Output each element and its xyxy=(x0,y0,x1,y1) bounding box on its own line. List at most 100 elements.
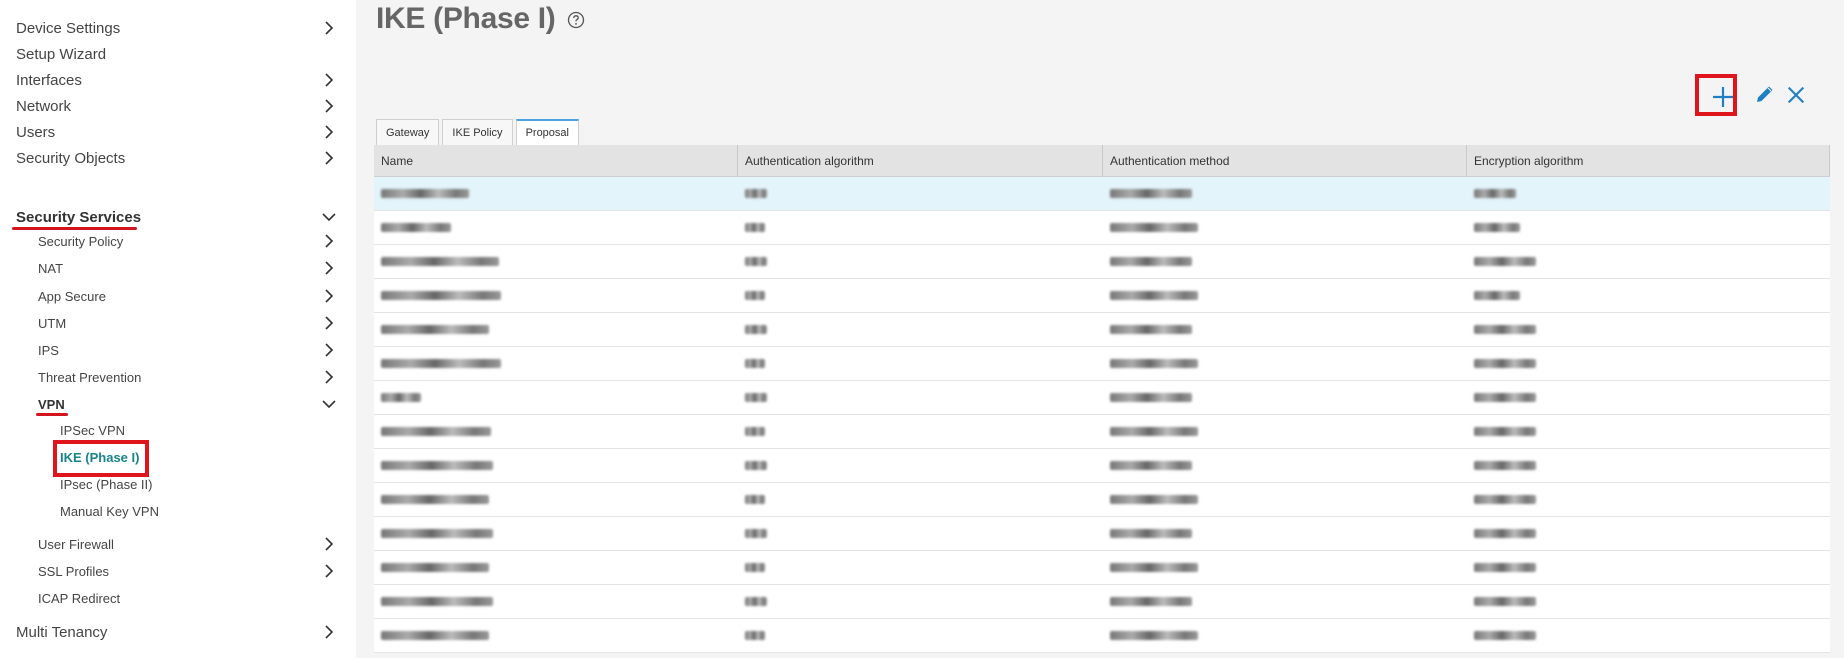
table-row[interactable] xyxy=(374,177,1830,211)
sidebar-item-icap-redirect[interactable]: ICAP Redirect xyxy=(0,587,356,609)
chevron-right-icon xyxy=(320,562,338,580)
sidebar-item-ipsec-phase-2[interactable]: IPsec (Phase II) xyxy=(0,473,356,495)
cell-name xyxy=(374,245,738,278)
cell-auth-method xyxy=(1103,585,1467,618)
cell-name xyxy=(374,483,738,516)
cell-auth-method xyxy=(1103,551,1467,584)
sidebar-item-nat[interactable]: NAT xyxy=(0,257,356,279)
sidebar-item-multi-tenancy[interactable]: Multi Tenancy xyxy=(0,620,356,644)
obscured-text xyxy=(1474,291,1520,300)
sidebar-item-ssl-profiles[interactable]: SSL Profiles xyxy=(0,560,356,582)
table-row[interactable] xyxy=(374,245,1830,279)
sidebar-item-app-secure[interactable]: App Secure xyxy=(0,285,356,307)
obscured-text xyxy=(1110,563,1198,572)
cell-name xyxy=(374,415,738,448)
sidebar-item-label: Network xyxy=(16,97,72,115)
sidebar-item-security-policy[interactable]: Security Policy xyxy=(0,230,356,252)
obscured-text xyxy=(381,495,489,504)
obscured-text xyxy=(381,359,501,368)
tab-ike-policy[interactable]: IKE Policy xyxy=(442,119,513,145)
table-row[interactable] xyxy=(374,381,1830,415)
sidebar-item-utm[interactable]: UTM xyxy=(0,312,356,334)
obscured-text xyxy=(1474,495,1536,504)
table-row[interactable] xyxy=(374,483,1830,517)
cell-name xyxy=(374,449,738,482)
sidebar-item-device-settings[interactable]: Device Settings xyxy=(0,16,356,40)
sidebar-item-security-objects[interactable]: Security Objects xyxy=(0,146,356,170)
cell-auth-method xyxy=(1103,211,1467,244)
table-row[interactable] xyxy=(374,449,1830,483)
sidebar-item-ipsec-vpn[interactable]: IPSec VPN xyxy=(0,419,356,441)
table-row[interactable] xyxy=(374,585,1830,619)
table-row[interactable] xyxy=(374,517,1830,551)
cell-auth-method xyxy=(1103,313,1467,346)
chevron-right-icon xyxy=(320,97,338,115)
chevron-down-icon xyxy=(320,208,338,226)
sidebar-item-threat-prevention[interactable]: Threat Prevention xyxy=(0,366,356,388)
obscured-text xyxy=(1474,427,1536,436)
cell-encryption-algorithm xyxy=(1467,585,1830,618)
cell-auth-method xyxy=(1103,381,1467,414)
obscured-text xyxy=(745,427,765,436)
sidebar-item-users[interactable]: Users xyxy=(0,120,356,144)
sidebar-item-interfaces[interactable]: Interfaces xyxy=(0,68,356,92)
cell-encryption-algorithm xyxy=(1467,483,1830,516)
tab-bar: Gateway IKE Policy Proposal xyxy=(376,119,582,145)
obscured-text xyxy=(745,461,767,470)
column-header-encryption-algorithm[interactable]: Encryption algorithm xyxy=(1467,145,1830,176)
red-box-annotation xyxy=(1695,74,1737,116)
obscured-text xyxy=(381,189,469,198)
help-icon[interactable] xyxy=(567,11,585,29)
table-row[interactable] xyxy=(374,347,1830,381)
column-header-auth-method[interactable]: Authentication method xyxy=(1103,145,1467,176)
edit-button[interactable] xyxy=(1753,82,1779,108)
table-row[interactable] xyxy=(374,415,1830,449)
table-row[interactable] xyxy=(374,211,1830,245)
obscured-text xyxy=(381,325,489,334)
column-header-auth-algorithm[interactable]: Authentication algorithm xyxy=(738,145,1103,176)
cell-encryption-algorithm xyxy=(1467,347,1830,380)
sidebar-item-manual-key-vpn[interactable]: Manual Key VPN xyxy=(0,500,356,522)
sidebar-item-label: IPsec (Phase II) xyxy=(60,476,153,492)
table-row[interactable] xyxy=(374,551,1830,585)
sidebar-item-vpn[interactable]: VPN xyxy=(0,393,356,415)
obscured-text xyxy=(1474,631,1536,640)
obscured-text xyxy=(1474,359,1536,368)
sidebar-item-ips[interactable]: IPS xyxy=(0,339,356,361)
obscured-text xyxy=(381,223,451,232)
obscured-text xyxy=(1474,529,1536,538)
obscured-text xyxy=(1110,325,1192,334)
cell-name xyxy=(374,347,738,380)
cell-auth-algorithm xyxy=(738,245,1103,278)
obscured-text xyxy=(1474,257,1536,266)
obscured-text xyxy=(745,291,765,300)
obscured-text xyxy=(1110,257,1192,266)
column-header-name[interactable]: Name xyxy=(374,145,738,176)
sidebar-item-label: NAT xyxy=(38,260,64,276)
table-row[interactable] xyxy=(374,313,1830,347)
chevron-right-icon xyxy=(320,314,338,332)
table-row[interactable] xyxy=(374,619,1830,653)
sidebar-item-security-services[interactable]: Security Services xyxy=(0,205,356,229)
table-row[interactable] xyxy=(374,279,1830,313)
cell-encryption-algorithm xyxy=(1467,279,1830,312)
tab-gateway[interactable]: Gateway xyxy=(376,119,440,145)
chevron-right-icon xyxy=(320,287,338,305)
obscured-text xyxy=(381,631,489,640)
proposal-table: Name Authentication algorithm Authentica… xyxy=(374,145,1830,653)
obscured-text xyxy=(381,597,493,606)
cell-encryption-algorithm xyxy=(1467,517,1830,550)
obscured-text xyxy=(745,393,767,402)
delete-button[interactable] xyxy=(1779,80,1813,110)
sidebar-item-label: Security Policy xyxy=(38,233,124,249)
tab-proposal[interactable]: Proposal xyxy=(515,119,579,145)
table-body xyxy=(374,177,1830,653)
sidebar-item-network[interactable]: Network xyxy=(0,94,356,118)
sidebar-item-label: VPN xyxy=(38,396,65,412)
sidebar-item-setup-wizard[interactable]: Setup Wizard xyxy=(0,42,356,66)
cell-auth-method xyxy=(1103,517,1467,550)
cell-auth-algorithm xyxy=(738,483,1103,516)
obscured-text xyxy=(1110,427,1198,436)
cell-name xyxy=(374,619,738,652)
sidebar-item-user-firewall[interactable]: User Firewall xyxy=(0,533,356,555)
